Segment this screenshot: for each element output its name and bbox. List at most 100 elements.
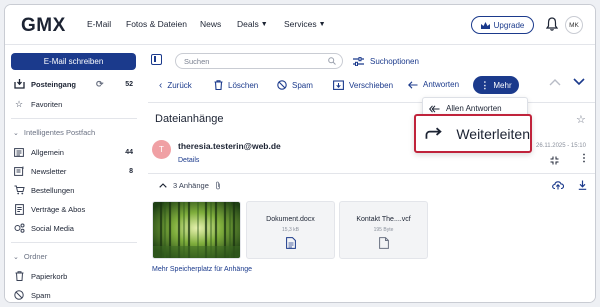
sender-address[interactable]: theresia.testerin@web.de — [178, 141, 281, 151]
attachment-document[interactable]: Dokument.docx 15,3 kB — [246, 201, 335, 259]
gmx-logo[interactable]: GMX — [21, 15, 66, 37]
crown-icon — [480, 21, 490, 29]
reply-all-icon — [429, 104, 440, 113]
unread-count: 44 — [125, 148, 133, 156]
nav-email[interactable]: E-Mail — [87, 19, 111, 29]
upgrade-label: Upgrade — [493, 20, 525, 30]
sidebar-item-papierkorb[interactable]: Papierkorb — [13, 269, 133, 283]
sliders-icon — [353, 57, 364, 66]
nav-services-label: Services — [284, 19, 317, 29]
sidebar-item-label: Spam — [31, 290, 51, 300]
sidebar-toggle-icon[interactable] — [151, 54, 162, 65]
reply-label: Antworten — [423, 80, 460, 89]
reply-button[interactable]: Antworten — [408, 80, 459, 89]
spam-icon — [277, 80, 287, 90]
move-label: Verschieben — [349, 80, 394, 90]
menu-item-reply-all[interactable]: Allen Antworten — [429, 104, 502, 113]
sidebar-divider — [11, 242, 137, 243]
bell-icon[interactable] — [546, 17, 558, 31]
sender-avatar: T — [152, 140, 171, 159]
search-options-button[interactable]: Suchoptionen — [353, 57, 419, 66]
sidebar-item-favorites[interactable]: ☆ Favoriten — [13, 97, 133, 111]
move-folder-icon — [333, 80, 344, 90]
sidebar-item-label: Posteingang — [31, 79, 77, 89]
more-label: Mehr — [493, 80, 512, 90]
forward-icon — [425, 127, 442, 139]
details-link[interactable]: Details — [178, 157, 199, 164]
kebab-icon[interactable]: ⋮ — [579, 153, 589, 164]
sidebar-item-label: Allgemein — [31, 147, 64, 157]
cloud-upload-icon[interactable] — [552, 180, 564, 190]
star-icon: ☆ — [14, 98, 24, 109]
compose-button[interactable]: E-Mail schreiben — [11, 53, 136, 70]
message-date: 26.11.2025 - 15:10 — [536, 143, 586, 149]
search-options-label: Suchoptionen — [370, 57, 419, 66]
chevron-down-icon[interactable] — [573, 78, 585, 86]
nav-fotos-dateien[interactable]: Fotos & Dateien — [126, 19, 187, 29]
attachments-toggle[interactable]: 3 Anhänge — [159, 181, 221, 190]
sidebar-item-spam[interactable]: Spam — [13, 288, 133, 302]
search-icon[interactable] — [328, 57, 336, 65]
chevron-left-icon: ‹ — [159, 80, 163, 91]
sidebar-item-allgemein[interactable]: Allgemein 44 — [13, 145, 133, 159]
more-button[interactable]: ⋮ Mehr — [473, 76, 519, 94]
chevron-up-icon[interactable] — [549, 78, 561, 86]
spam-button[interactable]: Spam — [277, 80, 313, 90]
chevron-down-icon: ⌄ — [13, 129, 19, 137]
sidebar-item-label: Verträge & Abos — [31, 204, 86, 214]
sidebar-item-label: Papierkorb — [31, 271, 68, 281]
attachment-size: 15,3 kB — [282, 227, 299, 233]
attachments-count: 3 Anhänge — [173, 181, 209, 190]
search-placeholder: Suchen — [184, 56, 210, 66]
top-bar: GMX E-Mail Fotos & Dateien News Deals ▼ S… — [5, 5, 595, 45]
sidebar-item-label: Bestellungen — [31, 185, 75, 195]
attachment-image[interactable] — [152, 201, 241, 259]
message-navigation — [549, 78, 585, 86]
contract-icon — [13, 203, 25, 215]
nav-deals[interactable]: Deals ▼ — [237, 19, 268, 29]
menu-item-forward[interactable]: Weiterleiten — [414, 114, 532, 153]
unread-count: 52 — [125, 80, 133, 88]
spam-label: Spam — [292, 80, 313, 90]
refresh-icon[interactable]: ⟳ — [96, 79, 104, 90]
menu-item-label: Allen Antworten — [446, 104, 502, 113]
sidebar-item-newsletter[interactable]: Newsletter 8 — [13, 164, 133, 178]
attachment-size: 195 Byte — [373, 227, 394, 233]
more-storage-link[interactable]: Mehr Speicherplatz für Anhänge — [152, 266, 252, 273]
section-smart-inbox[interactable]: ⌄ Intelligentes Postfach — [13, 128, 95, 137]
chevron-down-icon: ▼ — [318, 21, 326, 28]
sidebar-item-label: Social Media — [31, 223, 74, 233]
star-icon[interactable]: ☆ — [576, 113, 586, 126]
collapse-icon[interactable] — [550, 156, 559, 165]
download-icon[interactable] — [578, 180, 587, 190]
nav-news[interactable]: News — [200, 19, 221, 29]
sidebar-item-inbox[interactable]: Posteingang ⟳ 52 — [13, 77, 133, 91]
unread-count: 8 — [129, 167, 133, 175]
attachment-contact[interactable]: Kontakt The....vcf 195 Byte — [339, 201, 428, 259]
header-divider — [148, 173, 595, 174]
spam-icon — [13, 289, 25, 301]
section-label: Ordner — [23, 252, 48, 261]
user-avatar[interactable]: MK — [565, 16, 583, 34]
back-label: Zurück — [167, 81, 192, 90]
menu-item-label: Weiterleiten — [456, 125, 530, 142]
trash-icon — [13, 270, 25, 282]
delete-label: Löschen — [228, 80, 259, 90]
file-icon — [379, 237, 389, 249]
chevron-up-icon — [159, 183, 167, 188]
reply-icon — [408, 80, 418, 89]
upgrade-button[interactable]: Upgrade — [471, 16, 534, 34]
sidebar-item-bestellungen[interactable]: Bestellungen — [13, 183, 133, 197]
bamboo-forest-image — [153, 202, 240, 258]
move-button[interactable]: Verschieben — [333, 80, 393, 90]
section-folders[interactable]: ⌄ Ordner — [13, 252, 47, 261]
trash-icon — [214, 80, 223, 90]
sidebar-item-vertraege-abos[interactable]: Verträge & Abos — [13, 202, 133, 216]
attachment-name: Kontakt The....vcf — [356, 216, 411, 223]
search-input[interactable]: Suchen — [175, 53, 343, 69]
sidebar-item-label: Newsletter — [31, 166, 67, 176]
delete-button[interactable]: Löschen — [214, 80, 258, 90]
nav-services[interactable]: Services ▼ — [284, 19, 326, 29]
back-button[interactable]: ‹ Zurück — [159, 80, 192, 91]
sidebar-item-social-media[interactable]: Social Media — [13, 221, 133, 235]
